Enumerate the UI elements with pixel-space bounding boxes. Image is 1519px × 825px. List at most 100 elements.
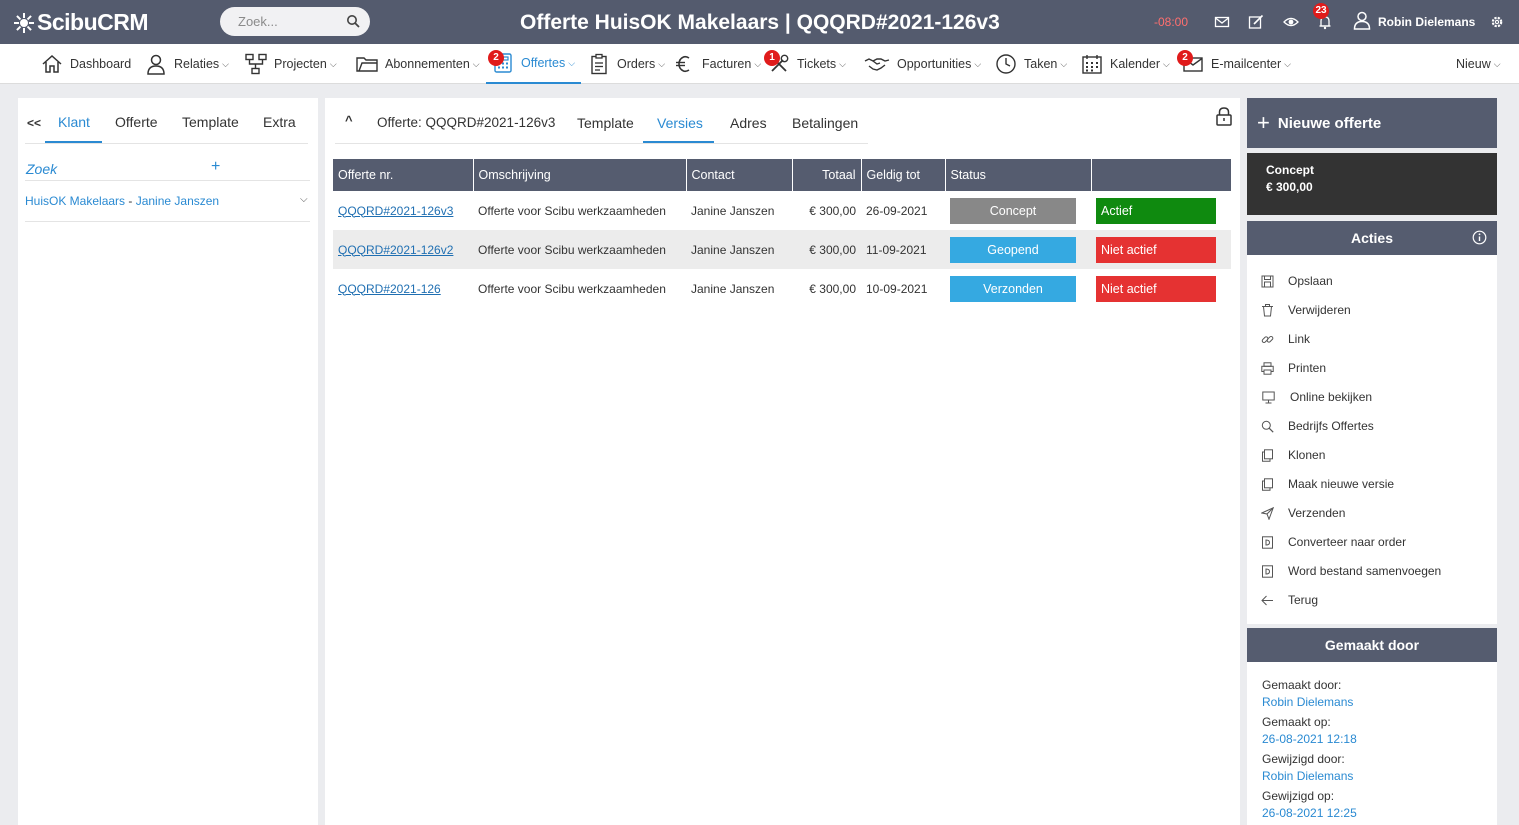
tab-adres[interactable]: Adres (730, 115, 767, 131)
chevron-down-icon: ⌵ (472, 58, 480, 69)
col-header-nr[interactable]: Offerte nr. (333, 159, 474, 191)
nav-item-orders[interactable]: Orders ⌵ (588, 44, 665, 84)
edit-icon[interactable] (1248, 14, 1264, 30)
action-verwijderen[interactable]: Verwijderen (1261, 303, 1351, 317)
handshake-icon (864, 58, 890, 71)
relation-search-label[interactable]: Zoek (26, 161, 306, 177)
modified-by-label: Gewijzigd door: (1262, 752, 1345, 766)
left-panel: << Klant Offerte Template Extra Zoek + H… (18, 98, 318, 825)
quote-contact: Janine Janszen (691, 203, 775, 218)
nav-item-opportunities[interactable]: Opportunities ⌵ (864, 44, 981, 84)
nav-item-projecten[interactable]: Projecten ⌵ (245, 44, 337, 84)
quote-number-link[interactable]: QQQRD#2021-126 (338, 282, 441, 296)
page-title: Offerte HuisOK Makelaars | QQQRD#2021-12… (520, 11, 1000, 34)
tab-extra[interactable]: Extra (263, 114, 296, 130)
nav-item-dashboard[interactable]: Dashboard (41, 44, 131, 84)
active-badge: Niet actief (1096, 275, 1216, 302)
folder-icon (356, 57, 378, 72)
collapse-up-button[interactable]: ^ (345, 113, 353, 128)
tab-offerte[interactable]: Offerte (115, 114, 158, 130)
add-relation-button[interactable]: + (211, 158, 220, 176)
chevron-down-icon[interactable]: ⌵ (300, 194, 308, 205)
tab-template[interactable]: Template (182, 114, 239, 130)
nav-item-emailcenter[interactable]: 2 E-mailcenter ⌵ (1177, 44, 1291, 84)
action-bedrijfs-offertes[interactable]: Bedrijfs Offertes (1261, 419, 1374, 433)
versions-table: Offerte nr. Omschrijving Contact Totaal … (333, 159, 1231, 308)
active-badge: Actief (1096, 197, 1216, 224)
action-link[interactable]: Link (1261, 332, 1310, 346)
nav-item-facturen[interactable]: Facturen ⌵ (673, 44, 761, 84)
nav-item-tickets[interactable]: 1 Tickets ⌵ (764, 44, 846, 84)
tab-active-indicator (45, 141, 102, 143)
created-by-value[interactable]: Robin Dielemans (1262, 695, 1353, 709)
tab-versies[interactable]: Versies (657, 115, 703, 131)
action-klonen[interactable]: Klonen (1261, 448, 1325, 462)
eye-icon[interactable] (1283, 14, 1299, 30)
user-name[interactable]: Robin Dielemans (1378, 15, 1475, 29)
created-on-label: Gemaakt op: (1262, 715, 1331, 729)
settings-gear-icon[interactable] (1490, 15, 1504, 29)
search-input[interactable] (220, 7, 330, 36)
col-header-totaal[interactable]: Totaal (792, 159, 862, 191)
status-button[interactable]: Geopend (950, 236, 1076, 263)
quote-number-link[interactable]: QQQRD#2021-126v2 (338, 243, 453, 257)
action-word-bestand-samenvoegen[interactable]: Word bestand samenvoegen (1261, 564, 1441, 578)
col-header-actief (1091, 159, 1231, 191)
info-icon[interactable] (1472, 230, 1487, 245)
nav-item-abonnementen[interactable]: Abonnementen ⌵ (356, 44, 480, 84)
nav-item-nieuw[interactable]: Nieuw ⌵ (1456, 44, 1501, 84)
col-header-status[interactable]: Status (945, 159, 1092, 191)
created-on-value: 26-08-2021 12:18 (1262, 732, 1357, 746)
action-converteer-naar-order[interactable]: Converteer naar order (1261, 535, 1406, 549)
quote-number-link[interactable]: QQQRD#2021-126v3 (338, 204, 453, 218)
copy-icon (1262, 477, 1273, 491)
col-header-geldig-tot[interactable]: Geldig tot (861, 159, 946, 191)
nav-item-relaties[interactable]: Relaties ⌵ (145, 44, 229, 84)
action-verzenden[interactable]: Verzenden (1261, 506, 1345, 520)
action-terug[interactable]: Terug (1261, 593, 1318, 607)
tab-offerte-detail[interactable]: Offerte: QQQRD#2021-126v3 (377, 115, 555, 130)
created-by-label: Gemaakt door: (1262, 678, 1342, 692)
table-row: QQQRD#2021-126v3 Offerte voor Scibu werk… (333, 191, 1231, 230)
quote-contact: Janine Janszen (686, 230, 792, 269)
status-button[interactable]: Concept (950, 197, 1076, 224)
status-button[interactable]: Verzonden (950, 275, 1076, 302)
chevron-down-icon: ⌵ (754, 58, 762, 69)
action-maak-nieuwe-versie[interactable]: Maak nieuwe versie (1261, 477, 1394, 491)
send-icon (1261, 506, 1274, 520)
global-search[interactable] (220, 7, 370, 36)
chevron-down-icon: ⌵ (1163, 58, 1170, 69)
action-printen[interactable]: Printen (1261, 361, 1326, 375)
chevron-down-icon: ⌵ (568, 57, 576, 68)
app-logo[interactable]: ScibuCRM (14, 9, 149, 36)
relation-company[interactable]: HuisOK Makelaars (25, 194, 125, 208)
col-header-contact[interactable]: Contact (686, 159, 793, 191)
mail-icon[interactable] (1214, 14, 1230, 30)
tab-klant[interactable]: Klant (58, 114, 90, 130)
tab-template[interactable]: Template (577, 115, 634, 131)
new-quote-button[interactable]: + Nieuwe offerte (1247, 98, 1497, 148)
relation-item[interactable]: HuisOK Makelaars - Janine Janszen (25, 194, 219, 208)
collapse-left-button[interactable]: << (27, 116, 41, 130)
lock-icon[interactable] (1214, 106, 1234, 126)
modified-by-value[interactable]: Robin Dielemans (1262, 769, 1353, 783)
quote-description: Offerte voor Scibu werkzaamheden (473, 230, 686, 269)
modified-on-value: 26-08-2021 12:25 (1262, 806, 1357, 820)
project-icon (245, 53, 267, 75)
top-bar: ScibuCRM Offerte HuisOK Makelaars | QQQR… (0, 0, 1519, 44)
action-online-bekijken[interactable]: Online bekijken (1261, 390, 1372, 404)
col-header-omschrijving[interactable]: Omschrijving (473, 159, 687, 191)
nav-item-offertes[interactable]: 2 Offertes ⌵ (486, 44, 582, 84)
nav-item-taken[interactable]: Taken ⌵ (995, 44, 1067, 84)
tab-betalingen[interactable]: Betalingen (792, 115, 858, 131)
action-opslaan[interactable]: Opslaan (1261, 274, 1333, 288)
document-icon (1262, 535, 1273, 549)
user-icon[interactable] (1352, 10, 1372, 30)
relation-contact[interactable]: Janine Janszen (136, 194, 219, 208)
user-icon (147, 54, 165, 75)
nav-item-kalender[interactable]: Kalender ⌵ (1081, 44, 1170, 84)
quote-status-label: Concept (1266, 163, 1314, 177)
new-quote-label: Nieuwe offerte (1277, 114, 1382, 132)
arrow-left-icon (1261, 595, 1273, 605)
search-icon[interactable] (346, 14, 360, 28)
